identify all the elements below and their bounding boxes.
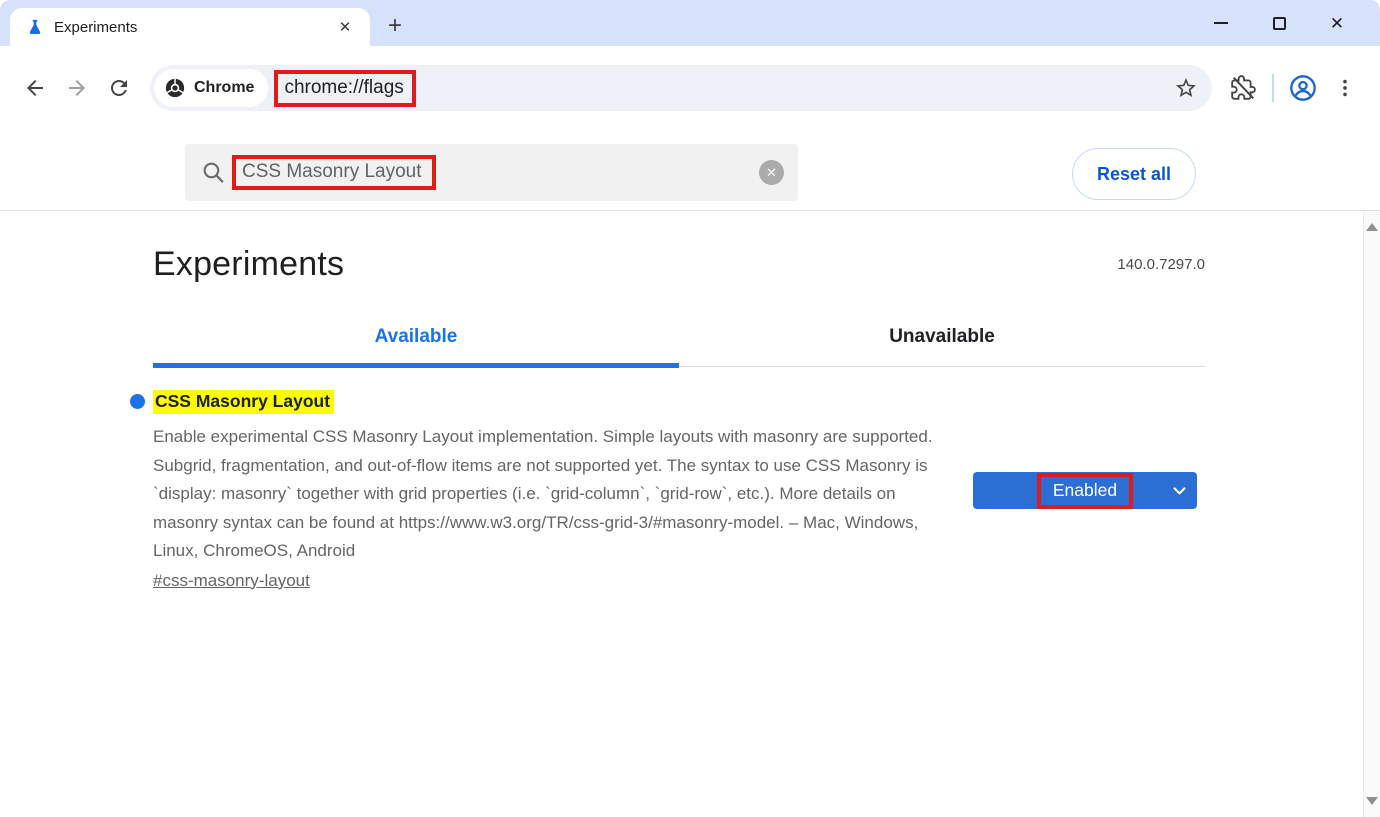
three-dot-menu-icon	[1334, 77, 1356, 99]
flag-value-dropdown[interactable]: Enabled	[973, 472, 1197, 509]
flags-page-content: Experiments 140.0.7297.0 Available Unava…	[0, 211, 1380, 817]
annotation-red-box-enabled: Enabled	[1037, 473, 1133, 509]
close-window-button[interactable]: ✕	[1308, 3, 1366, 43]
chevron-down-icon	[1171, 482, 1188, 499]
extensions-disabled-button[interactable]	[1222, 67, 1264, 109]
clear-icon: ✕	[766, 165, 777, 181]
page-header: Experiments 140.0.7297.0	[153, 245, 1205, 284]
search-icon	[201, 160, 226, 185]
forward-arrow-icon	[65, 76, 89, 100]
scroll-up-arrow-icon[interactable]	[1366, 223, 1378, 231]
flag-name-highlighted: CSS Masonry Layout	[153, 390, 334, 414]
back-button[interactable]	[14, 67, 56, 109]
minimize-icon	[1214, 22, 1228, 24]
search-input-value[interactable]: CSS Masonry Layout	[242, 161, 422, 182]
window-controls: ✕	[1192, 0, 1366, 46]
new-tab-button[interactable]: +	[378, 9, 412, 43]
back-arrow-icon	[23, 76, 47, 100]
menu-button[interactable]	[1324, 67, 1366, 109]
chrome-logo-icon	[164, 77, 186, 99]
page-title: Experiments	[153, 245, 344, 284]
chrome-version: 140.0.7297.0	[1117, 256, 1205, 273]
close-icon: ✕	[1330, 15, 1344, 32]
forward-button[interactable]	[56, 67, 98, 109]
annotation-red-box-search: CSS Masonry Layout	[232, 155, 436, 190]
site-info-badge[interactable]: Chrome	[154, 69, 268, 107]
clear-search-button[interactable]: ✕	[759, 160, 784, 185]
tab-strip: Experiments ✕ + ✕	[0, 0, 1380, 46]
flag-entry: CSS Masonry Layout Enable experimental C…	[153, 390, 1205, 591]
annotation-red-box-url: chrome://flags	[274, 70, 415, 107]
url-text[interactable]: chrome://flags	[284, 77, 403, 99]
browser-tab[interactable]: Experiments ✕	[10, 8, 370, 46]
toolbar-divider	[1272, 74, 1274, 102]
maximize-button[interactable]	[1250, 3, 1308, 43]
tab-available[interactable]: Available	[153, 326, 679, 366]
bookmark-star-icon[interactable]	[1174, 76, 1198, 100]
flags-search-field[interactable]: CSS Masonry Layout ✕	[185, 144, 798, 201]
vertical-scrollbar[interactable]	[1363, 211, 1380, 817]
extensions-off-icon	[1230, 75, 1256, 101]
tab-unavailable[interactable]: Unavailable	[679, 326, 1205, 366]
flag-description: Enable experimental CSS Masonry Layout i…	[153, 423, 950, 566]
profile-avatar-icon	[1289, 74, 1317, 102]
browser-window: Experiments ✕ + ✕	[0, 0, 1380, 817]
tab-close-icon[interactable]: ✕	[332, 14, 358, 40]
flags-tabs: Available Unavailable	[153, 326, 1205, 367]
dropdown-selected-value: Enabled	[1053, 480, 1117, 501]
minimize-button[interactable]	[1192, 3, 1250, 43]
address-bar[interactable]: Chrome chrome://flags	[150, 65, 1212, 111]
flags-search-row: CSS Masonry Layout ✕ Reset all	[0, 130, 1380, 211]
flag-permalink[interactable]: #css-masonry-layout	[153, 571, 310, 591]
profile-button[interactable]	[1282, 67, 1324, 109]
maximize-icon	[1273, 17, 1286, 30]
flag-bullet-dot-icon	[130, 394, 145, 409]
scroll-down-arrow-icon[interactable]	[1366, 797, 1378, 805]
site-badge-label: Chrome	[194, 79, 254, 97]
experiments-page: Experiments 140.0.7297.0 Available Unava…	[153, 211, 1205, 591]
reload-icon	[107, 76, 131, 100]
navigation-toolbar: Chrome chrome://flags	[0, 46, 1380, 130]
flask-favicon-icon	[26, 18, 44, 36]
reset-all-button[interactable]: Reset all	[1072, 148, 1196, 200]
tab-title: Experiments	[54, 19, 332, 36]
reload-button[interactable]	[98, 67, 140, 109]
